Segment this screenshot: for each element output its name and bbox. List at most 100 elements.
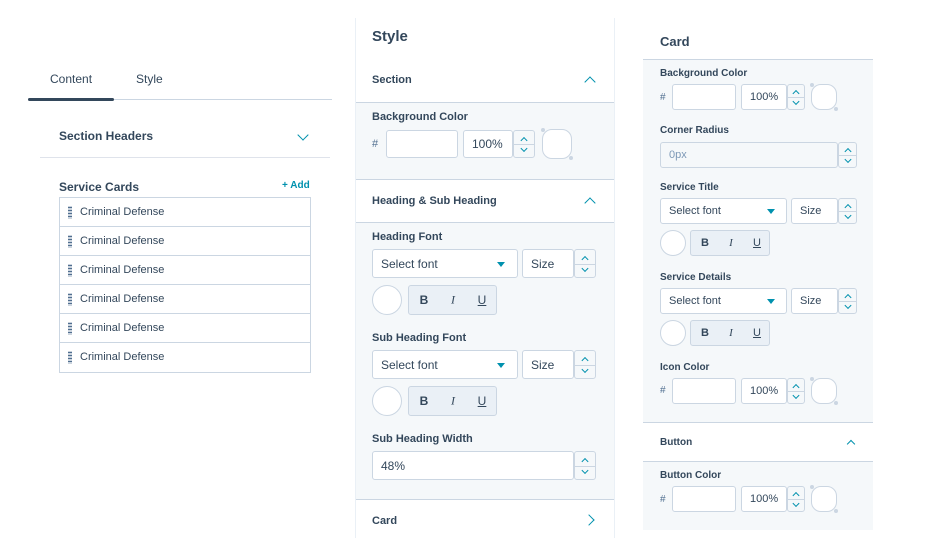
tab-style[interactable]: Style (136, 72, 163, 86)
caret-down-icon (767, 299, 775, 304)
drag-handle-icon[interactable] (68, 322, 72, 335)
corner-radius-input[interactable]: 0px (660, 142, 838, 168)
service-details-size-stepper[interactable] (838, 288, 857, 314)
italic-button[interactable]: I (729, 237, 733, 249)
sub-heading-size-input[interactable]: Size (522, 350, 574, 379)
stepper-down-icon[interactable] (520, 145, 528, 153)
service-title-size-input[interactable]: Size (791, 198, 838, 224)
background-color-swatch[interactable] (541, 128, 573, 160)
stepper-down-icon[interactable] (792, 499, 800, 507)
hash-label: # (372, 138, 379, 150)
corner-radius-stepper[interactable] (838, 142, 857, 168)
list-item[interactable]: Criminal Defense (60, 227, 310, 256)
stepper-up-icon[interactable] (581, 356, 589, 365)
underline-button[interactable]: U (478, 394, 487, 408)
add-card-button[interactable]: + Add (282, 180, 310, 191)
page-title: Style (372, 28, 408, 45)
heading-font-select[interactable]: Select font (372, 249, 518, 278)
icon-color-opacity-stepper[interactable] (787, 378, 805, 404)
bold-button[interactable]: B (420, 394, 429, 408)
stepper-down-icon[interactable] (581, 264, 589, 272)
bold-button[interactable]: B (701, 327, 709, 339)
sub-heading-size-stepper[interactable] (574, 350, 596, 379)
heading-font-label: Heading Font (372, 231, 443, 243)
sub-heading-width-label: Sub Heading Width (372, 433, 473, 445)
list-item[interactable]: Criminal Defense (60, 343, 310, 372)
card-background-hex-input[interactable] (672, 84, 736, 110)
list-item[interactable]: Criminal Defense (60, 256, 310, 285)
button-color-hex-input[interactable] (672, 486, 736, 512)
card-background-opacity-stepper[interactable] (787, 84, 805, 110)
card-background-opacity-input[interactable]: 100% (741, 84, 787, 110)
sub-heading-color-swatch[interactable] (372, 386, 402, 416)
stepper-down-icon[interactable] (792, 97, 800, 105)
button-color-opacity-input[interactable]: 100% (741, 486, 787, 512)
list-item[interactable]: Criminal Defense (60, 314, 310, 343)
bold-button[interactable]: B (701, 237, 709, 249)
heading-color-swatch[interactable] (372, 285, 402, 315)
italic-button[interactable]: I (451, 394, 455, 409)
sub-heading-format-group: B I U (408, 386, 497, 416)
stepper-up-icon[interactable] (520, 136, 528, 144)
icon-color-opacity-input[interactable]: 100% (741, 378, 787, 404)
tab-content[interactable]: Content (50, 72, 92, 86)
background-opacity-stepper[interactable] (513, 130, 535, 158)
icon-color-swatch[interactable] (810, 377, 838, 405)
list-item[interactable]: Criminal Defense (60, 198, 310, 227)
service-details-format-group: B I U (690, 320, 770, 346)
service-details-font-select[interactable]: Select font (660, 288, 787, 314)
section-toggle[interactable]: Section (356, 59, 614, 103)
italic-button[interactable]: I (729, 327, 733, 339)
underline-button[interactable]: U (753, 327, 761, 339)
service-title-label: Service Title (660, 182, 719, 193)
heading-toggle[interactable]: Heading & Sub Heading (356, 179, 614, 223)
service-details-size-input[interactable]: Size (791, 288, 838, 314)
background-color-hex-input[interactable] (386, 130, 458, 158)
service-title-format-group: B I U (690, 230, 770, 256)
hash-label: # (660, 494, 666, 505)
button-toggle[interactable]: Button (643, 422, 873, 462)
service-details-color-swatch[interactable] (660, 320, 686, 346)
stepper-up-icon[interactable] (581, 255, 589, 264)
heading-format-group: B I U (408, 285, 497, 315)
drag-handle-icon[interactable] (68, 351, 72, 364)
list-item-label: Criminal Defense (80, 322, 165, 334)
chevron-down-icon (297, 129, 309, 141)
stepper-down-icon[interactable] (843, 155, 852, 163)
hash-label: # (660, 385, 666, 396)
drag-handle-icon[interactable] (68, 206, 72, 219)
button-color-opacity-stepper[interactable] (787, 486, 805, 512)
sub-heading-width-stepper[interactable] (574, 451, 596, 480)
sub-heading-font-select[interactable]: Select font (372, 350, 518, 379)
stepper-down-icon[interactable] (792, 391, 800, 399)
card-toggle[interactable]: Card (356, 499, 614, 538)
panel-tabs: Content Style (28, 60, 332, 101)
stepper-down-icon[interactable] (843, 211, 852, 219)
underline-button[interactable]: U (478, 293, 487, 307)
underline-button[interactable]: U (753, 237, 761, 249)
service-title-size-stepper[interactable] (838, 198, 857, 224)
icon-color-hex-input[interactable] (672, 378, 736, 404)
service-title-color-swatch[interactable] (660, 230, 686, 256)
drag-handle-icon[interactable] (68, 293, 72, 306)
button-color-swatch[interactable] (810, 485, 838, 513)
heading-section-label: Heading & Sub Heading (372, 195, 497, 207)
heading-size-stepper[interactable] (574, 249, 596, 278)
stepper-down-icon[interactable] (843, 301, 852, 309)
card-background-swatch[interactable] (810, 83, 838, 111)
service-title-font-select[interactable]: Select font (660, 198, 787, 224)
background-opacity-input[interactable]: 100% (463, 130, 513, 158)
background-color-label: Background Color (372, 111, 468, 123)
heading-size-input[interactable]: Size (522, 249, 574, 278)
stepper-up-icon[interactable] (581, 457, 589, 466)
drag-handle-icon[interactable] (68, 264, 72, 277)
bold-button[interactable]: B (420, 293, 429, 307)
stepper-down-icon[interactable] (581, 365, 589, 373)
stepper-down-icon[interactable] (581, 466, 589, 474)
section-headers-toggle[interactable]: Section Headers (40, 120, 330, 158)
drag-handle-icon[interactable] (68, 235, 72, 248)
sub-heading-width-input[interactable]: 48% (372, 451, 574, 480)
italic-button[interactable]: I (451, 293, 455, 308)
list-item-label: Criminal Defense (80, 235, 165, 247)
list-item[interactable]: Criminal Defense (60, 285, 310, 314)
